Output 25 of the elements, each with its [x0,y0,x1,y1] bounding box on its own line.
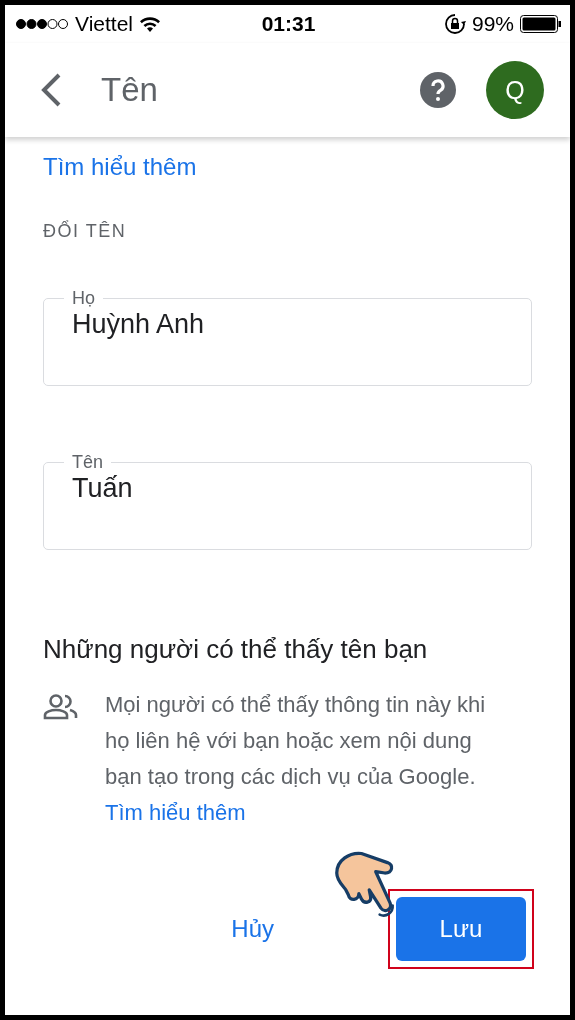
battery-icon [520,15,562,33]
save-button[interactable]: Lưu [396,897,526,961]
page-title: Tên [101,71,159,109]
rotation-lock-icon [443,13,466,35]
name-field[interactable]: Tên Tuấn [43,452,532,550]
learn-more-link[interactable]: Tìm hiểu thêm [105,800,246,825]
cancel-button[interactable]: Hủy [221,905,284,953]
section-heading: Những người có thể thấy tên bạn [43,634,429,665]
help-icon[interactable] [420,72,456,108]
back-icon[interactable] [39,72,63,108]
clock-time: 01:31 [261,12,316,36]
signal-icon [15,18,69,30]
section-label: ĐỔI TÊN [43,221,128,242]
name-field[interactable]: Họ Huỳnh Anh [43,288,532,386]
carrier-name: Viettel [75,12,133,36]
visibility-description: Mọi người có thể thấy thông tin này khi họ liên hệ với bạn hoặc xem nội dung bạn tạo trong các dịch vụ của Google. Tìm hiểu thêm [105,691,487,827]
learn-more-link[interactable]: Tìm hiểu thêm [43,153,532,181]
account-avatar[interactable]: Q [486,61,544,119]
people-icon [43,693,79,721]
field-value: Huỳnh Anh [72,309,205,340]
field-value: Tuấn [72,473,133,504]
field-label: Họ [71,288,96,309]
field-label: Tên [71,452,105,473]
battery-percent: 99% [471,12,514,36]
wifi-icon [139,15,161,33]
